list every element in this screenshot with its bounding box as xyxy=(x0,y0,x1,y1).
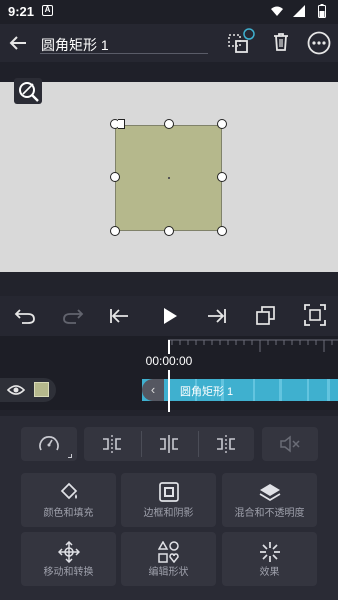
time-ruler[interactable] xyxy=(168,336,338,356)
border-shadow-button[interactable]: 边框和阴影 xyxy=(121,473,216,527)
align-divider xyxy=(198,431,199,457)
more-options-icon[interactable] xyxy=(307,31,331,55)
color-picker-icon[interactable] xyxy=(14,78,42,104)
back-arrow-icon[interactable] xyxy=(8,33,28,53)
fill-color-button[interactable]: 颜色和填充 xyxy=(21,473,116,527)
corner-radius-handle[interactable] xyxy=(118,119,125,129)
layers-icon xyxy=(259,484,281,501)
shape-center-dot xyxy=(168,177,170,179)
skip-to-end-icon[interactable] xyxy=(206,306,228,326)
border-shadow-label: 边框和阴影 xyxy=(143,508,194,519)
resize-handle-bottom-right[interactable] xyxy=(217,226,227,236)
edit-shape-label: 编辑形状 xyxy=(148,567,189,578)
app-notification-icon: A xyxy=(42,5,53,16)
speedometer-icon xyxy=(39,436,59,451)
keyframe-copy-icon[interactable] xyxy=(254,304,278,328)
layer-color-swatch[interactable] xyxy=(34,382,49,397)
effects-label: 效果 xyxy=(259,567,280,578)
wifi-icon xyxy=(271,6,283,16)
battery-icon xyxy=(318,4,326,18)
trash-icon[interactable] xyxy=(272,32,290,52)
redo-icon[interactable] xyxy=(62,306,84,326)
sparkle-effects-icon xyxy=(260,542,280,562)
status-time: 9:21 xyxy=(8,4,35,19)
align-right-icon[interactable] xyxy=(214,434,238,454)
mute-button[interactable] xyxy=(262,427,318,461)
muted-speaker-icon xyxy=(280,435,300,453)
effects-button[interactable]: 效果 xyxy=(222,532,317,586)
title-underline xyxy=(40,53,208,54)
align-left-icon[interactable] xyxy=(100,434,124,454)
clip-collapse-arrow[interactable]: ‹ xyxy=(142,379,164,401)
edit-shape-button[interactable]: 编辑形状 xyxy=(121,532,216,586)
fill-color-label: 颜色和填充 xyxy=(43,508,94,519)
resize-handle-bottom-left[interactable] xyxy=(110,226,120,236)
blend-opacity-button[interactable]: 混合和不透明度 xyxy=(222,473,317,527)
play-icon[interactable] xyxy=(162,307,178,325)
clip-label: 圆角矩形 1 xyxy=(180,386,234,398)
shapes-icon xyxy=(158,541,179,563)
skip-to-start-icon[interactable] xyxy=(108,306,130,326)
resize-handle-right[interactable] xyxy=(217,172,227,182)
blend-opacity-label: 混合和不透明度 xyxy=(234,508,305,519)
resize-handle-left[interactable] xyxy=(110,172,120,182)
align-center-icon[interactable] xyxy=(157,434,181,454)
timecode: 00:00:00 xyxy=(140,354,198,370)
move-transform-icon xyxy=(58,541,80,563)
duplicate-layer-icon[interactable] xyxy=(226,28,256,54)
resize-handle-top-right[interactable] xyxy=(217,119,227,129)
eye-icon[interactable] xyxy=(7,383,25,397)
layer-title[interactable]: 圆角矩形 1 xyxy=(41,35,109,55)
undo-icon[interactable] xyxy=(14,306,36,326)
speed-button[interactable] xyxy=(21,427,77,461)
resize-handle-top[interactable] xyxy=(164,119,174,129)
status-bar: 9:21 A xyxy=(0,0,338,24)
border-shadow-icon xyxy=(159,482,179,502)
resize-handle-bottom[interactable] xyxy=(164,226,174,236)
align-divider xyxy=(141,431,142,457)
signal-icon xyxy=(293,5,305,17)
move-transform-button[interactable]: 移动和转换 xyxy=(21,532,116,586)
playhead[interactable] xyxy=(168,340,170,412)
dropdown-corner-icon xyxy=(68,454,72,458)
fullscreen-icon[interactable] xyxy=(304,304,326,326)
preview-top-spacer xyxy=(0,62,338,82)
move-transform-label: 移动和转换 xyxy=(43,567,94,578)
paint-bucket-icon xyxy=(60,482,78,500)
